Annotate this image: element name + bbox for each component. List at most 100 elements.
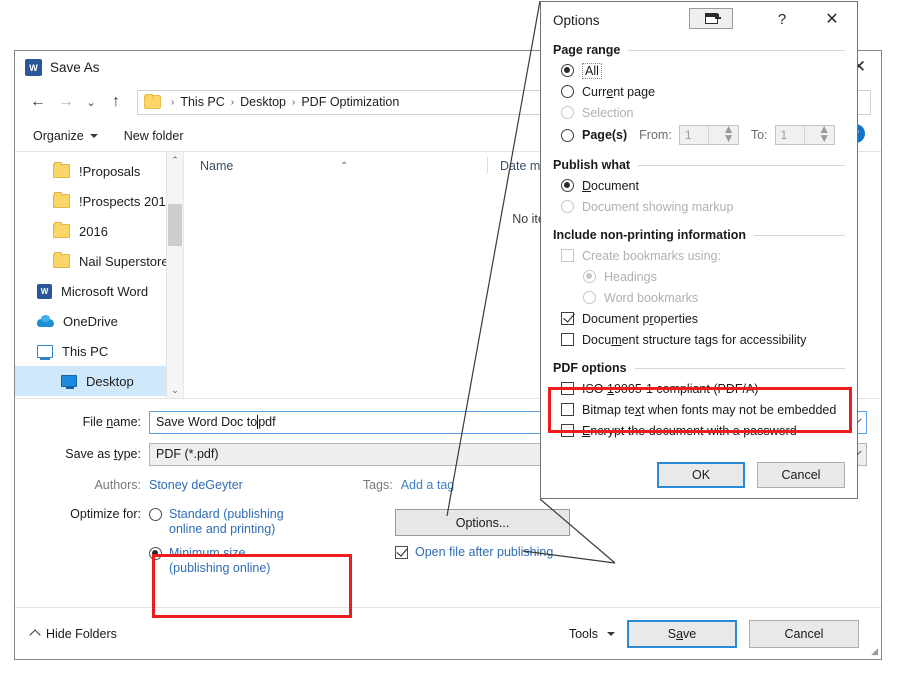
group-divider — [634, 367, 845, 369]
tree-item-label: OneDrive — [63, 313, 118, 329]
breadcrumb-sep-2: › — [292, 96, 296, 108]
up-one-level-icon[interactable]: ↑ — [103, 89, 129, 115]
tree-item-nail-superstore[interactable]: Nail Superstore — [15, 246, 183, 276]
tree-item-proposals[interactable]: !Proposals — [15, 156, 183, 186]
file-name-label: File name: — [82, 415, 141, 429]
save-as-type-label: Save as type: — [65, 447, 141, 461]
onedrive-icon — [37, 315, 54, 327]
checkbox-icon — [561, 333, 574, 346]
radio-icon — [561, 85, 574, 98]
page-range-all-label: All — [582, 62, 602, 79]
column-header-name[interactable]: Name ⌃ — [200, 159, 490, 173]
optimize-option-standard[interactable]: Standard (publishing online and printing… — [149, 507, 379, 537]
from-spinner[interactable]: 1 ▲ ▼ — [678, 123, 739, 145]
options-footer-buttons: OK Cancel — [657, 462, 845, 488]
restore-window-icon[interactable] — [689, 8, 733, 29]
chevron-up-icon — [29, 629, 41, 641]
document-structure-tags-checkbox[interactable]: Document structure tags for accessibilit… — [553, 329, 845, 350]
tools-button[interactable]: Tools — [569, 627, 615, 641]
new-folder-button[interactable]: New folder — [124, 129, 184, 143]
scroll-up-icon[interactable]: ⌃ — [167, 152, 183, 168]
to-value: 1 — [780, 128, 788, 142]
optimize-standard-line2: online and printing) — [169, 522, 276, 536]
tags-input[interactable]: Add a tag — [401, 478, 455, 492]
tree-item-prospects-2016[interactable]: !Prospects 2016 — [15, 186, 183, 216]
options-button[interactable]: Options... — [395, 509, 570, 536]
bookmarks-source-word-bookmarks: Word bookmarks — [553, 287, 845, 308]
group-page-range-label: Page range — [553, 43, 621, 57]
folder-icon — [53, 162, 70, 178]
tools-label: Tools — [568, 626, 598, 641]
tree-item-label: Nail Superstore — [79, 253, 169, 269]
tree-item-label: !Proposals — [79, 163, 141, 179]
create-bookmarks-label: Create bookmarks using: — [582, 248, 721, 263]
breadcrumb-item-0[interactable]: This PC — [178, 95, 226, 109]
page-range-option-all[interactable]: All — [553, 60, 845, 81]
group-page-range: Page range — [553, 43, 845, 57]
spinner-buttons[interactable]: ▲ ▼ — [804, 123, 834, 144]
tree-item-2016[interactable]: 2016 — [15, 216, 183, 246]
folder-icon — [53, 252, 70, 268]
column-header-date[interactable]: Date m — [490, 159, 540, 173]
tree-item-label: 2016 — [79, 223, 108, 239]
page-range-option-current-page[interactable]: Current page — [553, 81, 845, 102]
group-pdf-options: PDF options — [553, 361, 845, 375]
spinner-buttons[interactable]: ▲ ▼ — [708, 123, 738, 144]
spin-down-icon[interactable]: ▼ — [813, 132, 830, 144]
forward-icon[interactable]: → — [53, 89, 79, 115]
back-icon[interactable]: ← — [25, 89, 51, 115]
word-app-icon: W — [25, 59, 42, 76]
bookmarks-source-headings: Headings — [553, 266, 845, 287]
publish-what-option-markup: Document showing markup — [553, 196, 845, 217]
checkbox-icon-disabled — [561, 249, 574, 262]
radio-icon-disabled — [561, 200, 574, 213]
recent-locations-icon[interactable]: ⌄ — [81, 89, 101, 115]
page-range-current-label: Current page — [582, 84, 655, 99]
spin-down-icon[interactable]: ▼ — [718, 132, 735, 144]
close-icon[interactable]: ✕ — [815, 6, 849, 32]
page-range-option-pages[interactable]: Page(s) From: 1 ▲ ▼ To: 1 ▲ ▼ — [553, 123, 845, 147]
save-label: Save — [667, 626, 697, 641]
folder-icon — [144, 94, 161, 109]
breadcrumb-sep-1: › — [230, 96, 235, 108]
tree-scrollbar[interactable]: ⌃ ⌄ — [166, 152, 183, 398]
tree-item-label: This PC — [62, 343, 109, 359]
authors-value[interactable]: Stoney deGeyter — [149, 478, 243, 492]
column-divider — [487, 157, 488, 173]
optimize-standard-line1: Standard (publishing — [169, 507, 284, 521]
tree-item-label: !Prospects 2016 — [79, 193, 173, 209]
cancel-button[interactable]: Cancel — [749, 619, 859, 648]
open-after-publishing-row[interactable]: Open file after publishing — [395, 545, 570, 559]
group-non-printing: Include non-printing information — [553, 228, 845, 242]
tree-item-microsoft-word[interactable]: W Microsoft Word — [15, 276, 183, 306]
save-button[interactable]: Save — [627, 619, 737, 648]
help-icon[interactable]: ? — [767, 6, 797, 32]
breadcrumb-item-1[interactable]: Desktop — [238, 95, 288, 109]
tree-item-desktop[interactable]: Desktop — [15, 366, 183, 396]
checkbox-icon-checked — [561, 312, 574, 325]
publish-what-option-document[interactable]: Document — [553, 175, 845, 196]
radio-icon-selected — [561, 179, 574, 192]
word-bookmarks-label: Word bookmarks — [604, 290, 699, 305]
chevron-down-icon — [89, 133, 98, 138]
scroll-down-icon[interactable]: ⌄ — [167, 382, 183, 398]
hide-folders-button[interactable]: Hide Folders — [29, 627, 117, 641]
tree-item-this-pc[interactable]: This PC — [15, 336, 183, 366]
tree-item-onedrive[interactable]: OneDrive — [15, 306, 183, 336]
organize-button[interactable]: Organize — [33, 129, 98, 143]
from-label: From: — [639, 128, 672, 142]
options-cancel-button[interactable]: Cancel — [757, 462, 845, 488]
resize-grip-icon[interactable]: ◢ — [871, 646, 878, 657]
highlight-box-minimum-size — [152, 554, 352, 618]
word-icon: W — [37, 283, 52, 299]
radio-icon-disabled — [583, 291, 596, 304]
radio-icon-selected — [561, 64, 574, 77]
document-properties-checkbox[interactable]: Document properties — [553, 308, 845, 329]
ok-button[interactable]: OK — [657, 462, 745, 488]
headings-label: Headings — [604, 269, 657, 284]
document-properties-label: Document properties — [582, 311, 699, 326]
to-spinner[interactable]: 1 ▲ ▼ — [774, 123, 835, 145]
scrollbar-thumb[interactable] — [168, 204, 182, 246]
breadcrumb-item-2[interactable]: PDF Optimization — [299, 95, 401, 109]
authors-label: Authors: — [94, 478, 141, 492]
